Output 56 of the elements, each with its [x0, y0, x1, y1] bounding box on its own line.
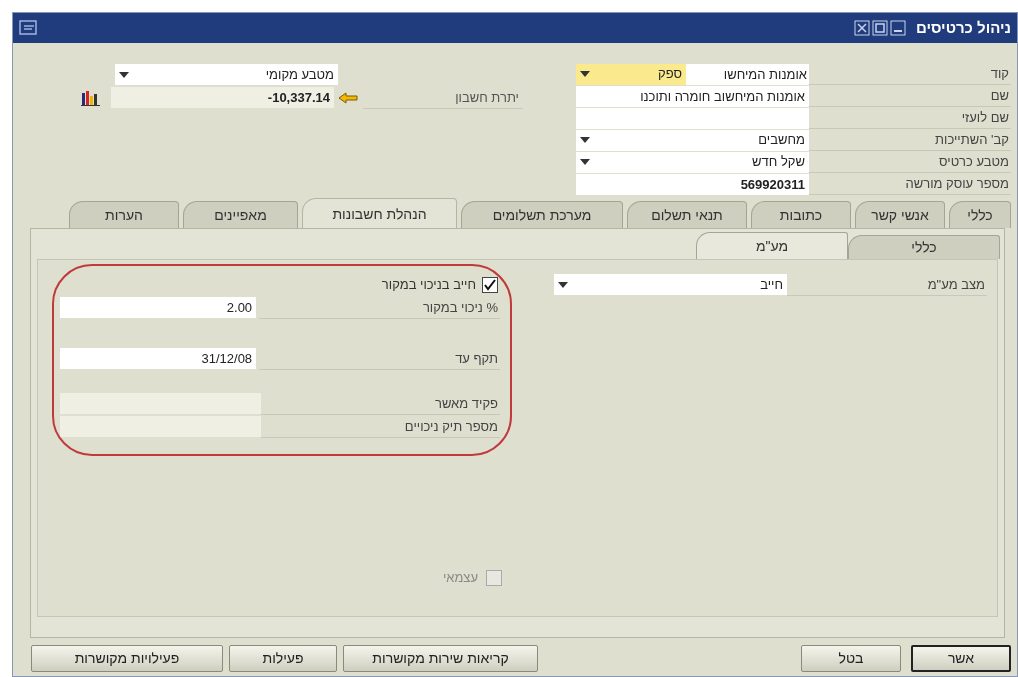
bar-chart-icon[interactable]	[81, 89, 101, 106]
dropdown-field[interactable]: שקל חדש	[576, 151, 809, 173]
field-label: מספר תיק ניכויים	[261, 415, 500, 438]
text-field[interactable]	[576, 107, 809, 129]
tab[interactable]: כתובות	[751, 201, 851, 228]
field-label: קב' השתייכות	[809, 129, 1011, 151]
field-label: שם	[809, 85, 1011, 107]
vat-status-dropdown[interactable]: חייב	[554, 274, 787, 295]
button[interactable]: אשר	[911, 645, 1011, 672]
subtab[interactable]: כללי	[848, 235, 1000, 259]
field-label: מספר עוסק מורשה	[809, 173, 1011, 195]
field-label: קוד	[809, 63, 1011, 85]
field-label: שם לועזי	[809, 107, 1011, 129]
dropdown-field[interactable]: מחשבים	[576, 129, 809, 151]
dropdown-arrow-icon[interactable]	[119, 71, 129, 78]
dropdown-arrow-icon[interactable]	[558, 281, 568, 288]
type-dropdown[interactable]: ספק	[576, 63, 686, 85]
tab[interactable]: אנשי קשר	[855, 201, 945, 228]
checkbox-label: עצמאי	[442, 569, 478, 587]
code-field[interactable]: אומנות המיחשו	[686, 63, 809, 85]
text-field[interactable]: 2.00	[60, 297, 257, 318]
field-label: יתרת חשבון	[363, 86, 523, 109]
text-field[interactable]	[60, 393, 262, 414]
window-title: ניהול כרטיסים	[915, 17, 1011, 38]
currency-dropdown[interactable]: מטבע מקומי	[115, 64, 338, 85]
text-field[interactable]: 569920311	[576, 173, 809, 195]
dropdown-arrow-icon[interactable]	[580, 137, 590, 143]
tab[interactable]: תנאי תשלום	[627, 201, 747, 228]
form-menu-icon[interactable]	[19, 20, 39, 36]
maximize-icon[interactable]	[871, 20, 888, 36]
tab[interactable]: כללי	[949, 201, 1011, 228]
dropdown-arrow-icon[interactable]	[580, 71, 590, 77]
field-label: % ניכוי במקור	[259, 296, 500, 319]
button[interactable]: בטל	[801, 645, 901, 672]
field-label: פקיד מאשר	[261, 392, 500, 415]
text-field[interactable]	[60, 416, 262, 437]
checkbox[interactable]	[482, 277, 498, 293]
button[interactable]: קריאות שירות מקושרות	[343, 645, 538, 672]
tab[interactable]: מאפיינים	[183, 201, 298, 228]
link-arrow-icon[interactable]	[338, 91, 358, 104]
text-field[interactable]: אומנות המיחשוב חומרה ותוכנו	[576, 85, 809, 107]
tab[interactable]: מערכת תשלומים	[461, 201, 623, 228]
tab[interactable]: הערות	[69, 201, 179, 228]
dropdown-arrow-icon[interactable]	[580, 159, 590, 165]
field-label: מטבע כרטיס	[809, 151, 1011, 173]
field-label: מצב מע"מ	[787, 274, 987, 296]
tab[interactable]: הנהלת חשבונות	[302, 198, 457, 229]
field-label: תקף עד	[259, 347, 500, 370]
subtab[interactable]: מע"מ	[696, 232, 848, 259]
minimize-icon[interactable]	[889, 20, 906, 36]
text-field[interactable]: 31/12/08	[60, 348, 257, 369]
balance-field: -10,337.14	[111, 87, 334, 108]
checkbox-label: חייב בניכוי במקור	[381, 276, 476, 295]
button[interactable]: פעילויות מקושרות	[31, 645, 223, 672]
button[interactable]: פעילות	[229, 645, 337, 672]
close-icon[interactable]	[853, 20, 870, 36]
